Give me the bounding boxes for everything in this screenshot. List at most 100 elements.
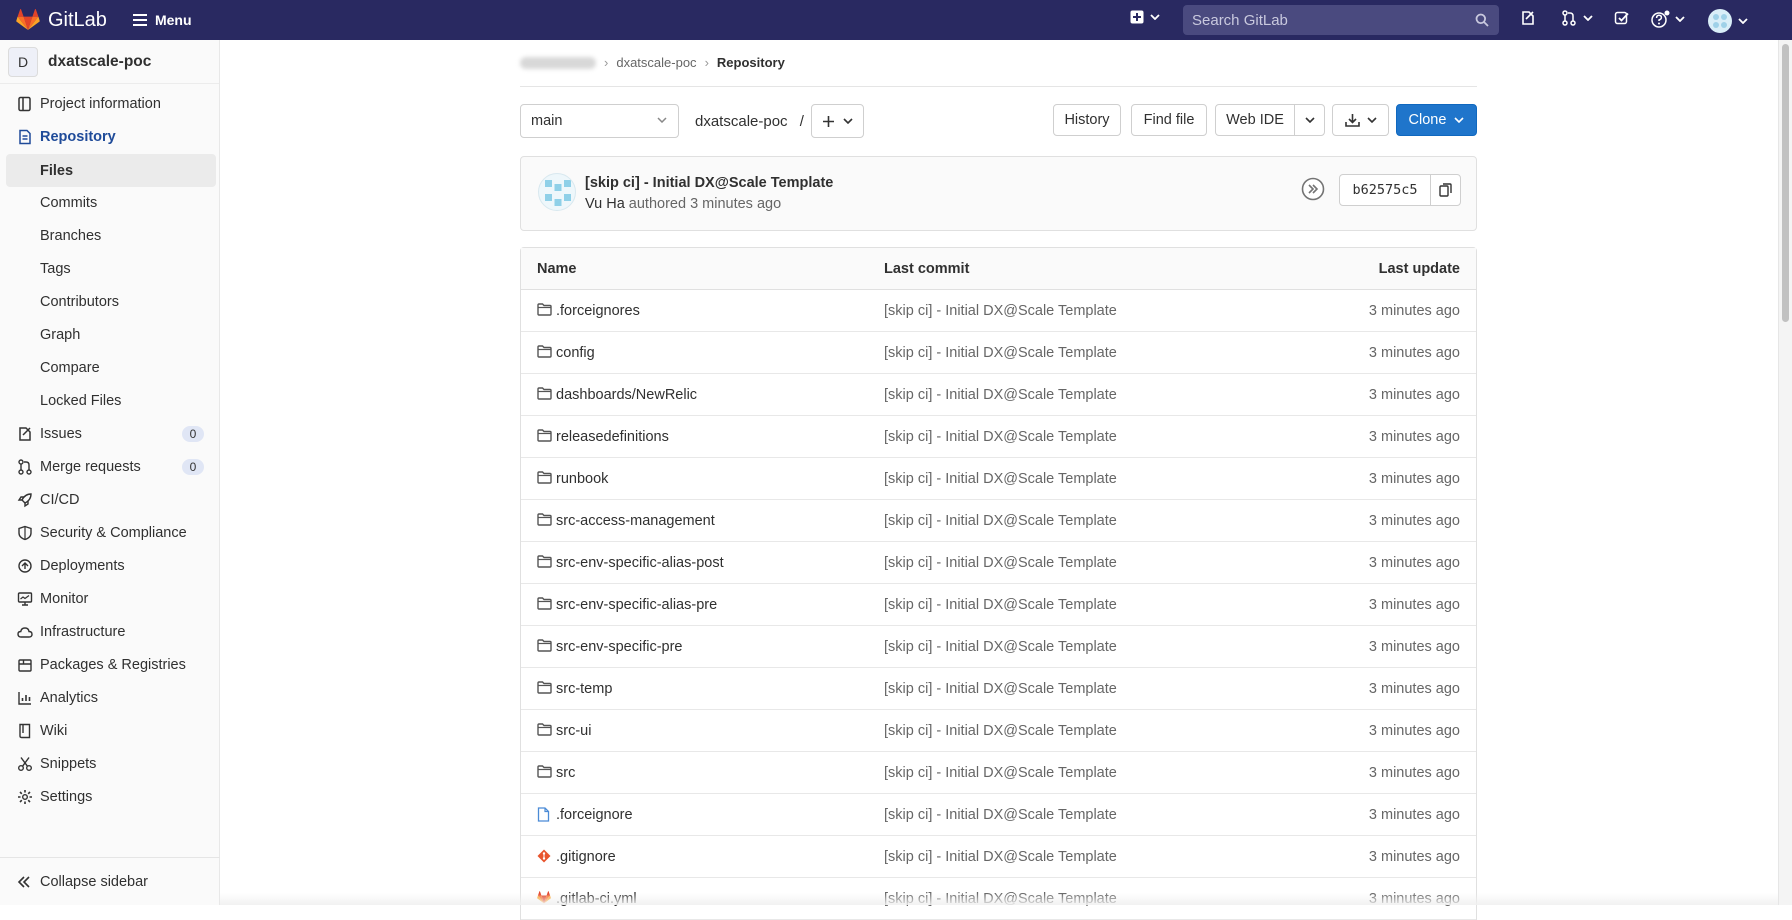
sidebar-item-tags[interactable]: Tags (0, 252, 220, 285)
sidebar-item-monitor[interactable]: Monitor (0, 582, 220, 615)
sidebar-item-issues[interactable]: Issues 0 (0, 417, 220, 450)
table-row[interactable]: runbook [skip ci] - Initial DX@Scale Temp… (521, 458, 1476, 500)
table-row[interactable]: src-env-specific-pre [skip ci] - Initial … (521, 626, 1476, 668)
pipeline-skipped-icon[interactable] (1301, 177, 1325, 201)
collapse-sidebar-button[interactable]: Collapse sidebar (0, 857, 220, 905)
sidebar-item-compare[interactable]: Compare (0, 351, 220, 384)
table-row[interactable]: src-env-specific-alias-post [skip ci] - I… (521, 542, 1476, 584)
gitlab-home-link[interactable]: GitLab (16, 9, 107, 32)
table-row[interactable]: src-temp [skip ci] - Initial DX@Scale Tem… (521, 668, 1476, 710)
last-commit-link[interactable]: [skip ci] - Initial DX@Scale Template (884, 555, 1117, 571)
sidebar-project-header[interactable]: D dxatscale-poc (0, 40, 219, 84)
sidebar-item-repository[interactable]: Repository (0, 120, 220, 153)
file-name-link[interactable]: src-env-specific-alias-post (556, 555, 724, 571)
web-ide-button[interactable]: Web IDE (1215, 104, 1295, 136)
last-commit-link[interactable]: [skip ci] - Initial DX@Scale Template (884, 765, 1117, 781)
last-commit-link[interactable]: [skip ci] - Initial DX@Scale Template (884, 597, 1117, 613)
sidebar-item-analytics[interactable]: Analytics (0, 681, 220, 714)
breadcrumb-current[interactable]: Repository (717, 55, 785, 70)
commit-title-link[interactable]: [skip ci] - Initial DX@Scale Template (585, 175, 833, 191)
file-name-link[interactable]: .forceignores (556, 303, 640, 319)
file-name-link[interactable]: src-ui (556, 723, 591, 739)
sidebar-item-label: Analytics (40, 689, 99, 706)
sidebar-item-settings[interactable]: Settings (0, 780, 220, 813)
todos-nav-button[interactable] (1614, 10, 1630, 26)
last-commit-link[interactable]: [skip ci] - Initial DX@Scale Template (884, 471, 1117, 487)
clone-dropdown-button[interactable]: Clone (1396, 104, 1477, 136)
copy-sha-button[interactable] (1430, 174, 1461, 206)
sidebar-item-branches[interactable]: Branches (0, 219, 220, 252)
breadcrumb-group-redacted[interactable] (520, 56, 596, 69)
download-dropdown[interactable] (1332, 104, 1389, 136)
help-dropdown[interactable] (1651, 10, 1685, 28)
scrollbar-thumb[interactable] (1782, 44, 1789, 322)
table-row[interactable]: releasedefinitions [skip ci] - Initial DX… (521, 416, 1476, 458)
file-name-link[interactable]: config (556, 345, 595, 361)
find-file-button[interactable]: Find file (1131, 104, 1207, 136)
sidebar-item-infrastructure[interactable]: Infrastructure (0, 615, 220, 648)
last-commit-link[interactable]: [skip ci] - Initial DX@Scale Template (884, 807, 1117, 823)
sidebar-item-label: Tags (40, 260, 71, 277)
file-name-link[interactable]: runbook (556, 471, 608, 487)
commit-authored-time: authored 3 minutes ago (628, 196, 782, 212)
file-name-link[interactable]: src-temp (556, 681, 612, 697)
file-name-link[interactable]: dashboards/NewRelic (556, 387, 697, 403)
table-row[interactable]: src-access-management [skip ci] - Initial… (521, 500, 1476, 542)
sidebar-item-graph[interactable]: Graph (0, 318, 220, 351)
file-name-link[interactable]: src-access-management (556, 513, 715, 529)
last-commit-link[interactable]: [skip ci] - Initial DX@Scale Template (884, 681, 1117, 697)
last-commit-link[interactable]: [skip ci] - Initial DX@Scale Template (884, 723, 1117, 739)
table-row[interactable]: config [skip ci] - Initial DX@Scale Templ… (521, 332, 1476, 374)
table-row[interactable]: src-ui [skip ci] - Initial DX@Scale Templ… (521, 710, 1476, 752)
new-item-dropdown[interactable] (1130, 10, 1160, 24)
repo-path-root[interactable]: dxatscale-poc (695, 113, 788, 130)
add-to-tree-dropdown[interactable] (811, 104, 864, 138)
last-commit-link[interactable]: [skip ci] - Initial DX@Scale Template (884, 513, 1117, 529)
sidebar-item-ci-cd[interactable]: CI/CD (0, 483, 220, 516)
sidebar-item-security-compliance[interactable]: Security & Compliance (0, 516, 220, 549)
table-row[interactable]: .gitignore [skip ci] - Initial DX@Scale T… (521, 836, 1476, 878)
sidebar-item-contributors[interactable]: Contributors (0, 285, 220, 318)
file-name-link[interactable]: .forceignore (556, 807, 633, 823)
file-name-link[interactable]: src-env-specific-pre (556, 639, 683, 655)
last-commit-link[interactable]: [skip ci] - Initial DX@Scale Template (884, 303, 1117, 319)
file-name-link[interactable]: releasedefinitions (556, 429, 669, 445)
last-commit-link[interactable]: [skip ci] - Initial DX@Scale Template (884, 849, 1117, 865)
sidebar-item-commits[interactable]: Commits (0, 186, 220, 219)
sidebar-item-snippets[interactable]: Snippets (0, 747, 220, 780)
last-commit-link[interactable]: [skip ci] - Initial DX@Scale Template (884, 387, 1117, 403)
sidebar-item-packages-registries[interactable]: Packages & Registries (0, 648, 220, 681)
issues-nav-button[interactable] (1520, 10, 1536, 26)
sidebar-item-project-information[interactable]: Project information (0, 87, 220, 120)
sidebar-item-files[interactable]: Files (6, 154, 216, 187)
sidebar-item-locked-files[interactable]: Locked Files (0, 384, 220, 417)
commit-author-link[interactable]: Vu Ha (585, 196, 625, 212)
file-name-link[interactable]: src (556, 765, 575, 781)
file-name-link[interactable]: .gitignore (556, 849, 616, 865)
hamburger-icon (132, 14, 147, 26)
sidebar-item-merge-requests[interactable]: Merge requests 0 (0, 450, 220, 483)
user-menu-dropdown[interactable] (1708, 9, 1748, 33)
search-input[interactable]: Search GitLab (1183, 5, 1499, 35)
branch-selector[interactable]: main (520, 104, 679, 138)
commit-author-avatar[interactable] (538, 173, 576, 211)
table-row[interactable]: dashboards/NewRelic [skip ci] - Initial D… (521, 374, 1476, 416)
merge-requests-nav-button[interactable] (1561, 10, 1593, 26)
breadcrumb-project[interactable]: dxatscale-poc (616, 55, 696, 70)
table-row[interactable]: src [skip ci] - Initial DX@Scale Template… (521, 752, 1476, 794)
file-name-link[interactable]: src-env-specific-alias-pre (556, 597, 717, 613)
last-commit-link[interactable]: [skip ci] - Initial DX@Scale Template (884, 639, 1117, 655)
table-row[interactable]: src-env-specific-alias-pre [skip ci] - In… (521, 584, 1476, 626)
tree-header: Name Last commit Last update (521, 248, 1476, 290)
history-button[interactable]: History (1053, 104, 1121, 136)
sidebar-item-wiki[interactable]: Wiki (0, 714, 220, 747)
menu-button[interactable]: Menu (132, 12, 192, 28)
commit-sha[interactable]: b62575c5 (1339, 174, 1431, 206)
web-ide-dropdown-toggle[interactable] (1294, 104, 1325, 136)
last-commit-link[interactable]: [skip ci] - Initial DX@Scale Template (884, 429, 1117, 445)
last-commit-link[interactable]: [skip ci] - Initial DX@Scale Template (884, 345, 1117, 361)
sidebar-item-deployments[interactable]: Deployments (0, 549, 220, 582)
table-row[interactable]: .forceignore [skip ci] - Initial DX@Scale… (521, 794, 1476, 836)
table-row[interactable]: .forceignores [skip ci] - Initial DX@Scal… (521, 290, 1476, 332)
page-scrollbar[interactable] (1778, 40, 1792, 905)
